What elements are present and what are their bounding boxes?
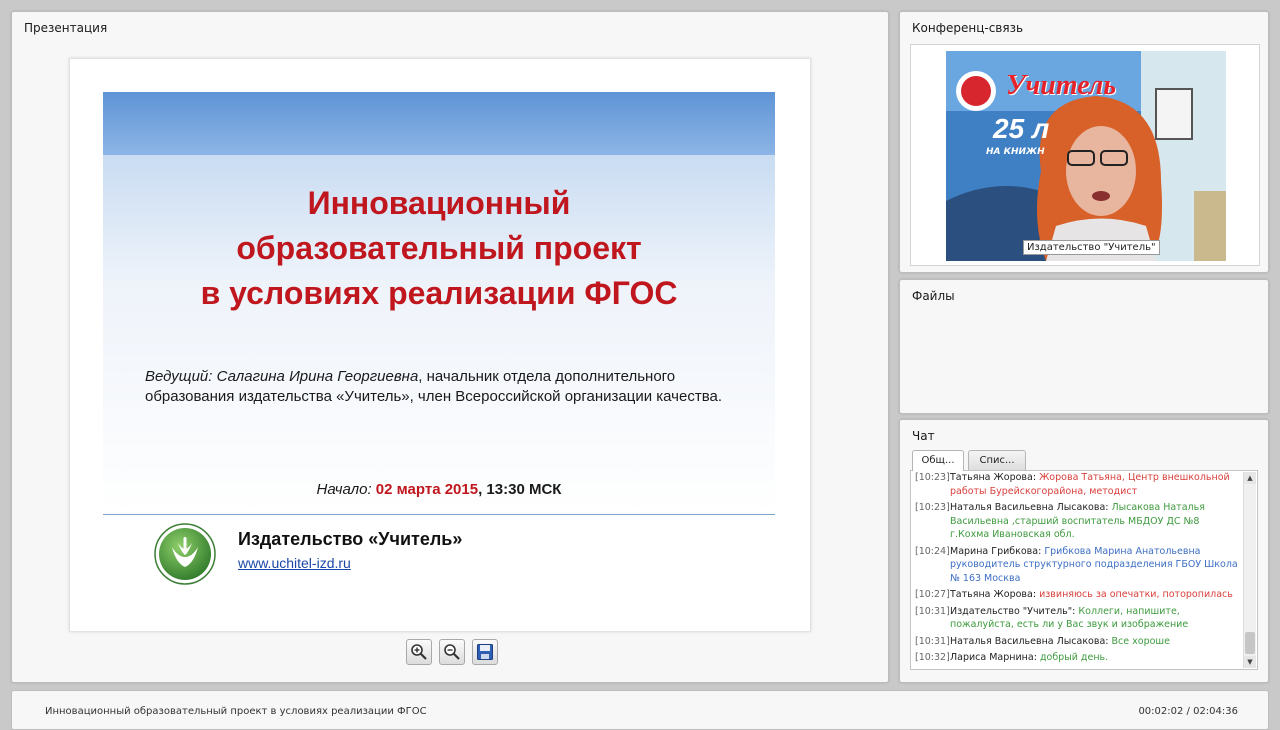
chat-message-time: [10:32] xyxy=(915,652,950,663)
presentation-slide: Инновационный образовательный проект в у… xyxy=(69,58,811,632)
publisher-logo-icon xyxy=(154,523,216,585)
chat-message-author: Марина Грибкова: xyxy=(950,545,1042,557)
files-panel-title: Файлы xyxy=(912,289,955,303)
chat-message: [10:31] Издательство "Учитель": Коллеги, … xyxy=(915,605,1241,632)
slide-start-label: Начало: xyxy=(316,481,376,498)
chat-panel-title: Чат xyxy=(912,429,935,443)
scroll-up-icon[interactable]: ▲ xyxy=(1244,472,1256,484)
tab-chat-list[interactable]: Спис... xyxy=(968,450,1026,470)
conference-panel: Конференц-связь Учитель 25 л НА КНИЖН Из… xyxy=(899,11,1269,273)
zoom-in-button[interactable] xyxy=(406,639,432,665)
slide-host-name: Ведущий: Салагина Ирина Георгиевна xyxy=(145,368,419,385)
presentation-panel: Презентация Инновационный образовательны… xyxy=(11,11,889,683)
chat-message-text: извиняюсь за опечатки, поторопилась xyxy=(1039,589,1233,600)
chat-message: [10:23] Татьяна Жорова: Жорова Татьяна, Ц… xyxy=(915,471,1241,498)
chat-message: [10:31] Наталья Васильевна Лысакова: Все … xyxy=(915,635,1241,649)
chat-message-area[interactable]: [10:23] Татьяна Жорова: Жорова Татьяна, Ц… xyxy=(910,470,1258,670)
scroll-down-icon[interactable]: ▼ xyxy=(1244,656,1256,668)
playback-time: 00:02:02 / 02:04:36 xyxy=(1138,706,1238,717)
chat-message: [10:27] Татьяна Жорова: извиняюсь за опеч… xyxy=(915,588,1241,602)
chat-message-author: Наталья Васильевна Лысакова: xyxy=(950,635,1109,647)
video-banner-sub: 25 л xyxy=(993,113,1050,144)
conference-panel-title: Конференц-связь xyxy=(912,21,1024,35)
tab-chat-general[interactable]: Общ... xyxy=(912,450,964,471)
chat-message-time: [10:23] xyxy=(915,502,950,513)
chat-message-author: Татьяна Жорова: xyxy=(950,472,1037,483)
slide-publisher-name: Издательство «Учитель» xyxy=(238,529,463,549)
slide-divider xyxy=(103,514,775,515)
footer-bar: Инновационный образовательный проект в у… xyxy=(11,690,1269,730)
slide-host-info: Ведущий: Салагина Ирина Георгиевна, нача… xyxy=(145,367,745,407)
chat-message: [10:24] Марина Грибкова: Грибкова Марина … xyxy=(915,545,1241,586)
chat-message-list: [10:23] Татьяна Жорова: Жорова Татьяна, Ц… xyxy=(915,471,1241,668)
chat-panel: Чат Общ... Спис... [10:23] Татьяна Жорова… xyxy=(899,419,1269,683)
video-container: Учитель 25 л НА КНИЖН Издательство "Учит… xyxy=(910,44,1260,266)
chat-message-author: Наталья Васильевна Лысакова: xyxy=(950,502,1109,513)
chat-message-time: [10:31] xyxy=(915,635,950,647)
presentation-panel-title: Презентация xyxy=(24,21,108,35)
chat-message-author: Татьяна Жорова: xyxy=(950,589,1037,600)
chat-message-time: [10:23] xyxy=(915,472,950,483)
video-banner-sub2: НА КНИЖН xyxy=(986,147,1045,157)
chat-message-author: Издательство "Учитель": xyxy=(950,605,1076,617)
chat-message-time: [10:31] xyxy=(915,605,950,617)
slide-start-time: , 13:30 МСК xyxy=(478,481,562,498)
chat-message-text: Все хороше xyxy=(1111,635,1170,647)
video-caption: Издательство "Учитель" xyxy=(1023,240,1160,255)
slide-header-bar xyxy=(103,92,775,155)
zoom-out-button[interactable] xyxy=(439,639,465,665)
video-banner-text: Учитель xyxy=(1006,70,1117,101)
webcam-video[interactable]: Учитель 25 л НА КНИЖН Издательство "Учит… xyxy=(946,51,1226,261)
slide-publisher-link[interactable]: www.uchitel-izd.ru xyxy=(238,555,351,571)
slide-title: Инновационный образовательный проект в у… xyxy=(200,185,678,311)
slide-start-info: Начало: 02 марта 2015, 13:30 МСК xyxy=(103,481,775,498)
chat-message: [10:32] Лариса Марнина: добрый день. xyxy=(915,651,1241,665)
chat-message: [10:23] Наталья Васильевна Лысакова: Лыса… xyxy=(915,501,1241,542)
chat-message-author: Лариса Марнина: xyxy=(950,652,1037,663)
save-button[interactable] xyxy=(472,639,498,665)
chat-message-time: [10:24] xyxy=(915,545,950,557)
footer-title: Инновационный образовательный проект в у… xyxy=(45,706,427,717)
chat-message-text: добрый день. xyxy=(1039,652,1109,663)
chat-message-time: [10:27] xyxy=(915,589,950,600)
chat-scrollbar[interactable]: ▲ ▼ xyxy=(1243,472,1256,668)
chat-scroll-thumb[interactable] xyxy=(1245,632,1255,654)
files-panel: Файлы xyxy=(899,279,1269,414)
slide-start-date: 02 марта 2015 xyxy=(375,481,479,498)
